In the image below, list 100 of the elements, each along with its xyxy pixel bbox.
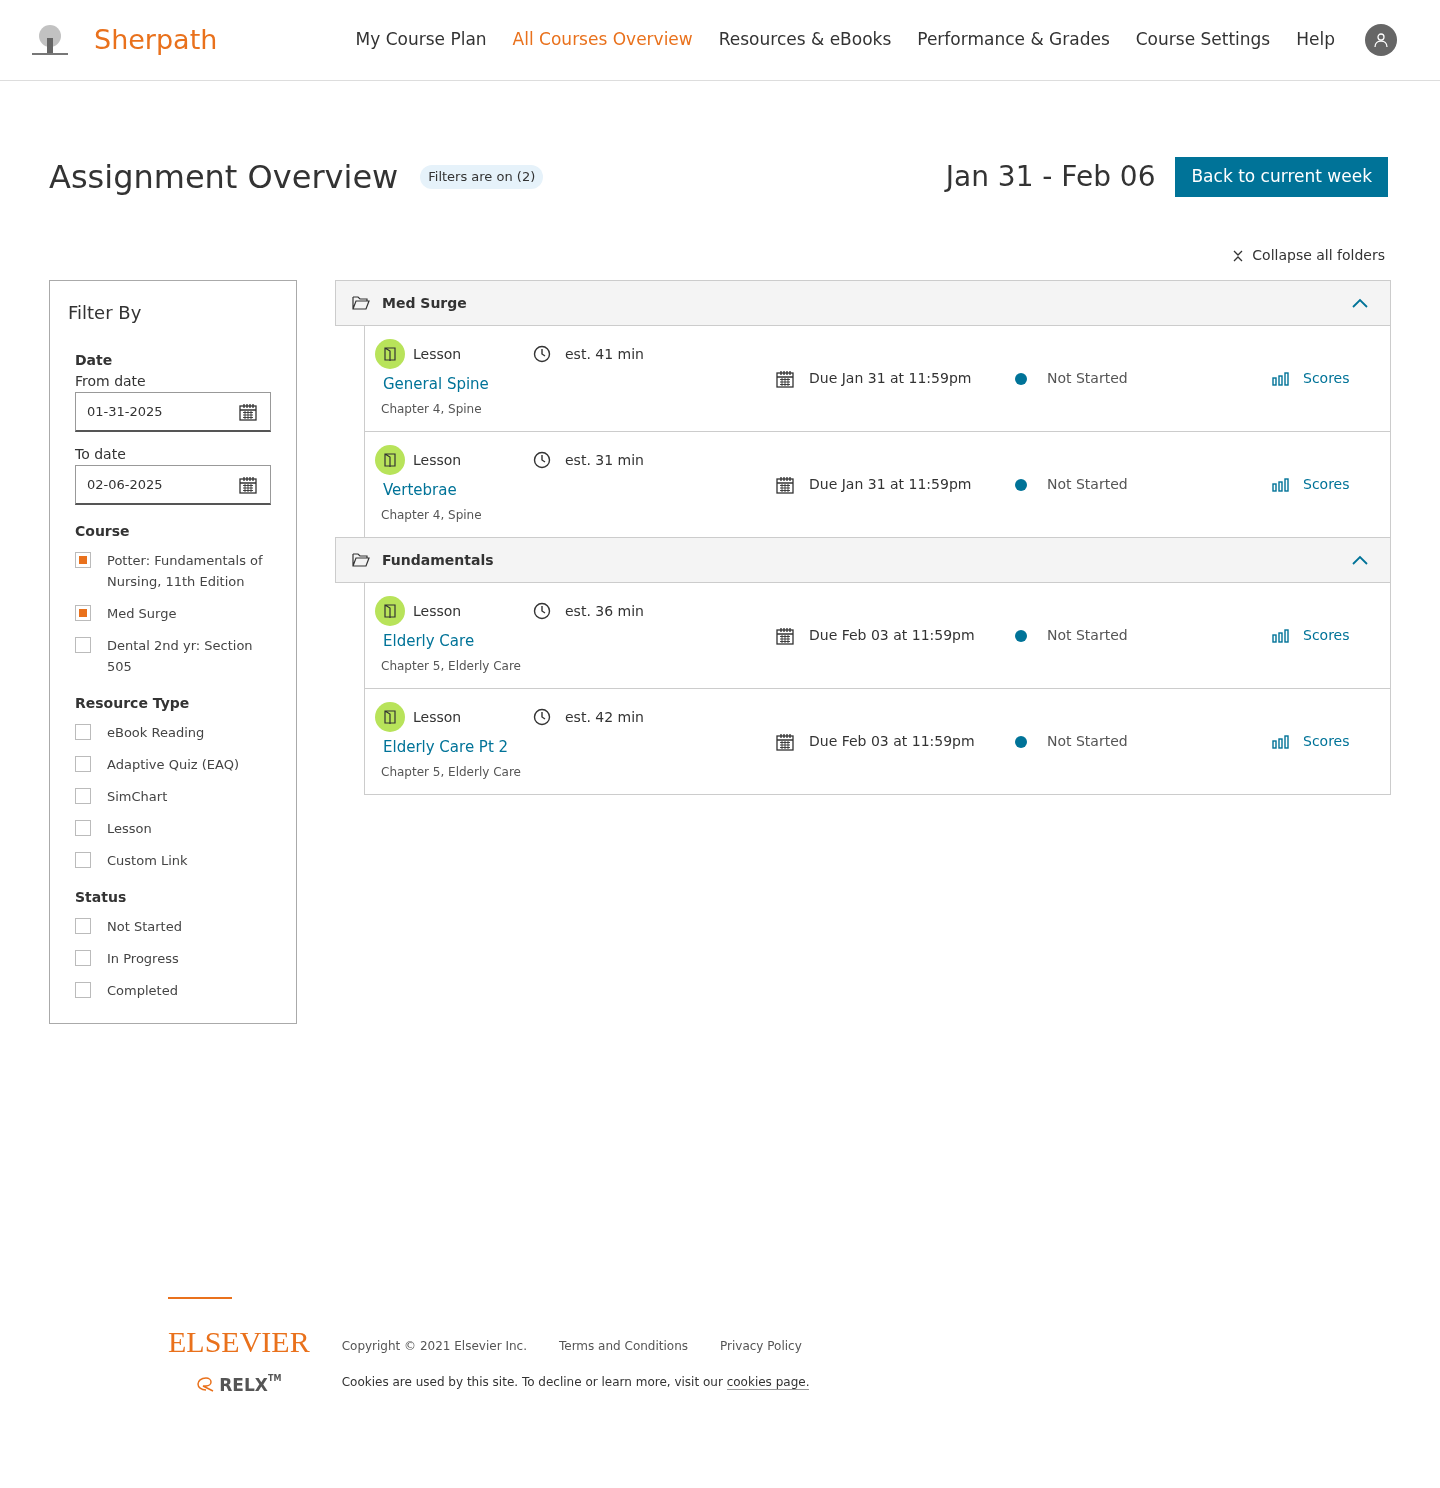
time-estimate: est. 42 min [565,707,644,727]
calendar-icon [238,474,258,495]
bar-chart-icon [1272,371,1289,386]
folder-icon [352,553,370,567]
week-range: Jan 31 - Feb 06 [945,159,1156,195]
resource-type: Lesson [413,344,463,364]
nav-link[interactable]: Performance & Grades [917,27,1110,53]
filter-option-label[interactable]: Med Surge [107,603,177,624]
calendar-icon [775,625,795,646]
nav-link[interactable]: Resources & eBooks [718,27,892,53]
date-heading: Date [75,351,114,370]
chapter-label: Chapter 4, Spine [381,400,483,418]
filter-option-label[interactable]: Adaptive Quiz (EAQ) [107,754,239,775]
status-label: Not Started [1047,475,1128,494]
clock-icon [533,345,551,364]
filter-group-heading: Course [75,522,131,541]
page-title: Assignment Overview [49,157,399,198]
folder-name: Fundamentals [382,550,494,570]
elsevier-logo: ELSEVIER [168,1326,310,1357]
filter-badge[interactable]: Filters are on (2) [420,165,544,189]
checkbox[interactable] [75,852,91,868]
chapter-label: Chapter 4, Spine [381,506,483,524]
from-date-value: 01-31-2025 [87,402,163,421]
nav-link[interactable]: My Course Plan [355,27,487,53]
checkbox[interactable] [75,788,91,804]
checkbox[interactable] [75,724,91,740]
folder-header[interactable]: Fundamentals [335,537,1391,583]
to-date-value: 02-06-2025 [87,475,163,494]
bar-chart-icon [1272,628,1289,643]
status-label: Not Started [1047,626,1128,645]
scores-link[interactable]: Scores [1272,731,1350,752]
assignment-title-link[interactable]: Elderly Care Pt 2 [383,736,509,759]
tree-logo-icon [30,24,70,56]
resource-type: Lesson [413,450,463,470]
cookies-link[interactable]: cookies page. [726,1374,810,1390]
nav-link[interactable]: Course Settings [1135,27,1271,53]
folder-icon [352,296,370,310]
chapter-label: Chapter 5, Elderly Care [381,657,522,675]
bar-chart-icon [1272,734,1289,749]
calendar-icon [775,731,795,752]
filter-option-label[interactable]: Dental 2nd yr: Section 505 [107,635,281,677]
assignment-title-link[interactable]: Elderly Care [383,630,475,653]
to-date-field[interactable]: 02-06-2025 [75,465,271,505]
chevron-icon[interactable] [1352,298,1368,308]
collapse-icon [1232,249,1245,262]
copyright-text: Copyright © 2021 Elsevier Inc. [341,1337,527,1355]
calendar-icon [775,368,795,389]
folder-name: Med Surge [382,293,467,313]
filter-group-heading: Status [75,888,128,907]
assignment-title-link[interactable]: Vertebrae [383,479,457,502]
calendar-icon [775,474,795,495]
resource-type: Lesson [413,601,463,621]
from-date-field[interactable]: 01-31-2025 [75,392,271,432]
assignment-title-link[interactable]: General Spine [383,373,489,396]
time-estimate: est. 36 min [565,601,644,621]
filter-group-heading: Resource Type [75,694,191,713]
time-estimate: est. 31 min [565,450,644,470]
user-avatar-icon[interactable] [1365,24,1397,56]
checkbox[interactable] [75,918,91,934]
checkbox[interactable] [75,637,91,653]
filter-option-label[interactable]: Completed [107,980,178,1001]
due-date: Due Jan 31 at 11:59pm [809,369,972,388]
checkbox[interactable] [75,820,91,836]
bar-chart-icon [1272,477,1289,492]
filter-option-label[interactable]: Lesson [107,818,152,839]
due-date: Due Feb 03 at 11:59pm [809,626,975,645]
checkbox[interactable] [75,756,91,772]
status-label: Not Started [1047,369,1128,388]
back-to-current-week-button[interactable]: Back to current week [1175,157,1388,197]
to-date-label: To date [75,445,127,464]
filter-option-label[interactable]: eBook Reading [107,722,205,743]
time-estimate: est. 41 min [565,344,644,364]
lesson-icon [375,339,405,370]
status-label: Not Started [1047,732,1128,751]
clock-icon [533,708,551,727]
clock-icon [533,602,551,621]
checkbox[interactable] [75,982,91,998]
folder-header[interactable]: Med Surge [335,280,1391,326]
filter-option-label[interactable]: In Progress [107,948,179,969]
scores-link[interactable]: Scores [1272,625,1350,646]
checkbox[interactable] [75,950,91,966]
nav-link[interactable]: Help [1296,27,1335,53]
lesson-icon [375,702,405,733]
chevron-icon[interactable] [1352,555,1368,565]
clock-icon [533,451,551,470]
footer-link[interactable]: Terms and Conditions [558,1336,688,1355]
chapter-label: Chapter 5, Elderly Care [381,763,522,781]
from-date-label: From date [75,372,147,391]
due-date: Due Jan 31 at 11:59pm [809,475,972,494]
footer-link[interactable]: Privacy Policy [720,1336,802,1355]
scores-link[interactable]: Scores [1272,474,1350,495]
filter-option-label[interactable]: SimChart [107,786,168,807]
checkbox[interactable] [75,552,91,568]
cookies-notice: Cookies are used by this site. To decline or learn more, visit our cookies page. [341,1373,810,1391]
scores-link[interactable]: Scores [1272,368,1350,389]
filter-option-label[interactable]: Custom Link [107,850,188,871]
filter-option-label[interactable]: Not Started [107,916,182,937]
filter-option-label[interactable]: Potter: Fundamentals of Nursing, 11th Edition [107,550,281,592]
collapse-all-button[interactable]: Collapse all folders [1232,245,1385,266]
checkbox[interactable] [75,605,91,621]
